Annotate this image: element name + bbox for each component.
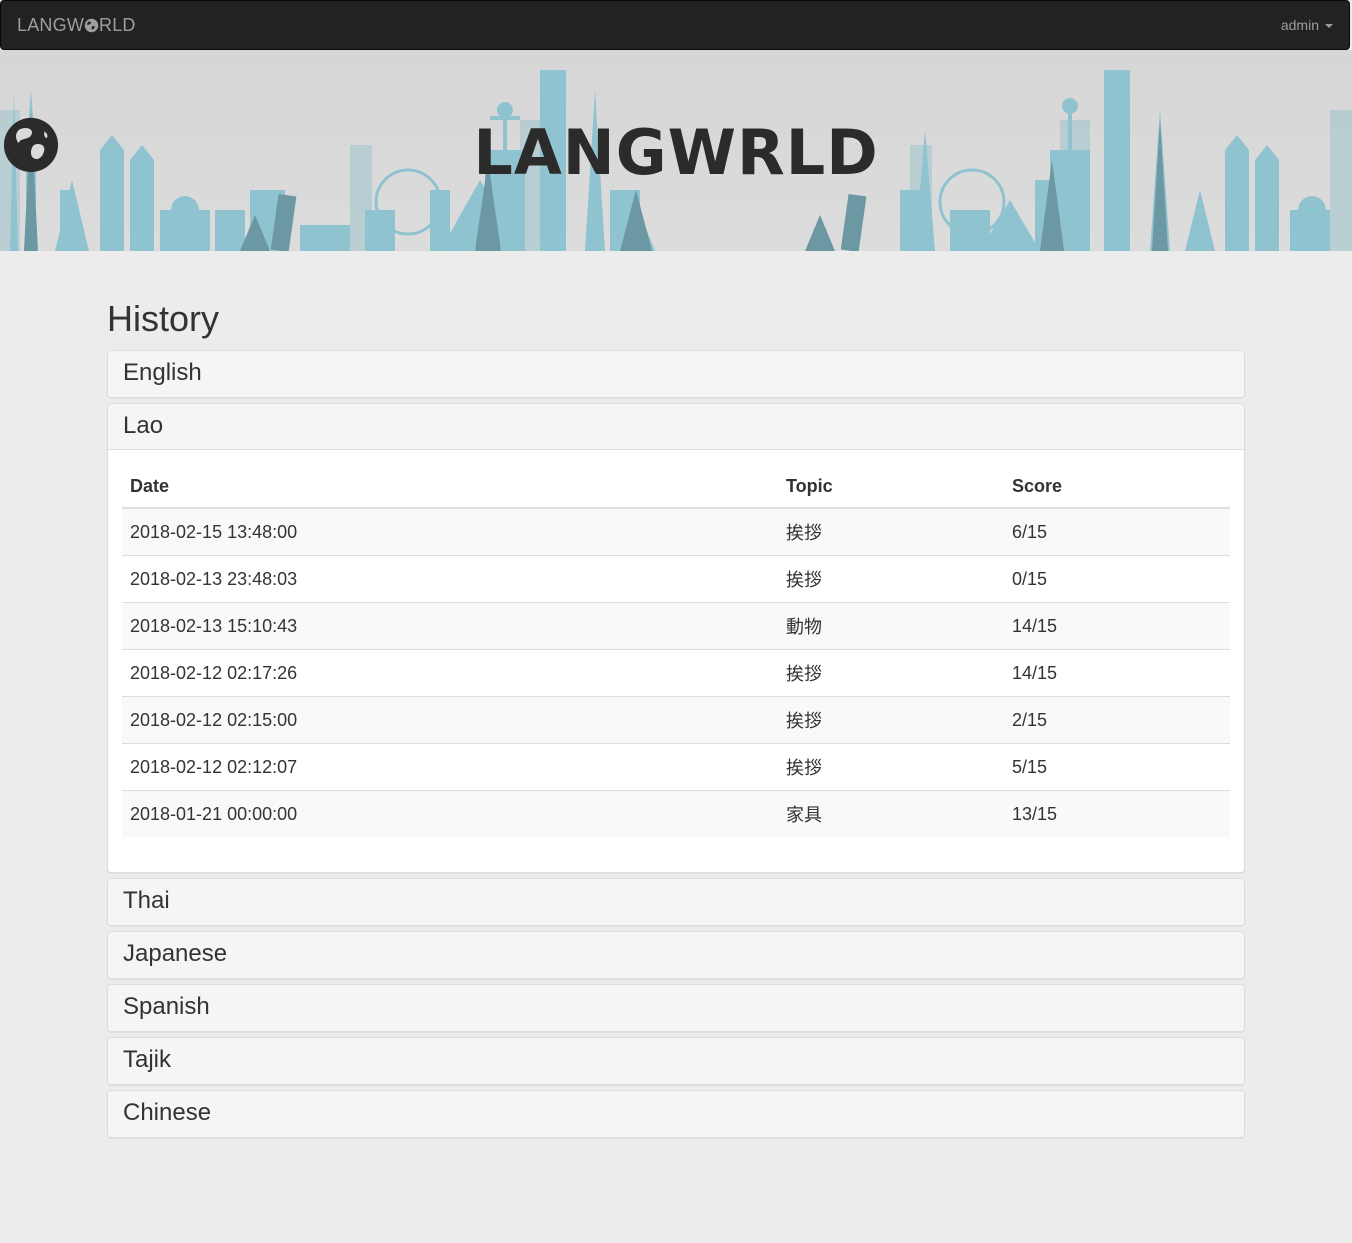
language-panel-spanish: Spanish: [107, 984, 1245, 1032]
banner-logo: LANGW RLD: [0, 116, 1352, 189]
language-panel-english: English: [107, 350, 1245, 398]
cell-date: 2018-02-13 23:48:03: [122, 555, 778, 603]
cell-score: 6/15: [1012, 521, 1048, 542]
cell-score: 2/15: [1004, 696, 1230, 744]
cell-score: 0/15: [1004, 555, 1230, 603]
globe-icon: [84, 18, 99, 33]
cell-topic: 動物: [778, 602, 1004, 650]
panel-heading-japanese[interactable]: Japanese: [108, 932, 1244, 978]
panel-heading-thai[interactable]: Thai: [108, 879, 1244, 925]
cell-score: 14/15: [1004, 649, 1230, 697]
banner-logo-text-end: RLD: [736, 116, 879, 189]
cell-topic: 家具: [778, 790, 1004, 837]
history-container: History English Lao Date Topic Score 201…: [107, 292, 1245, 1143]
panel-heading-english[interactable]: English: [108, 351, 1244, 397]
column-header-date: Date: [122, 465, 778, 509]
table-header-row: Date Topic Score: [122, 465, 1230, 509]
panel-heading-chinese[interactable]: Chinese: [108, 1091, 1244, 1137]
globe-icon: [3, 117, 59, 173]
table-row: 2018-02-13 23:48:03 挨拶 0/15: [122, 555, 1230, 603]
cell-date: 2018-02-12 02:12:07: [122, 743, 778, 791]
cell-date: 2018-01-21 00:00:00: [122, 790, 778, 837]
cell-score: 14/15: [1004, 602, 1230, 650]
column-header-score: Score: [1004, 465, 1230, 509]
table-row: 2018-02-12 02:12:07 挨拶 5/15: [122, 743, 1230, 791]
column-header-topic: Topic: [778, 465, 1004, 509]
brand-text-start: LANGW: [17, 15, 85, 35]
language-panel-thai: Thai: [107, 878, 1245, 926]
table-row: 2018-02-12 02:15:00 挨拶 2/15: [122, 696, 1230, 744]
table-row: 2018-02-15 13:48:00 挨拶 6/15: [122, 508, 1230, 556]
cell-topic: 挨拶: [778, 696, 1004, 744]
cell-topic: 挨拶: [786, 523, 822, 543]
table-row: 2018-01-21 00:00:00 家具 13/15: [122, 790, 1230, 837]
table-row: 2018-02-12 02:17:26 挨拶 14/15: [122, 649, 1230, 697]
cell-date: 2018-02-12 02:15:00: [122, 696, 778, 744]
user-menu-dropdown[interactable]: admin: [1281, 17, 1333, 33]
cell-score: 13/15: [1004, 790, 1230, 837]
table-row: 2018-02-13 15:10:43 動物 14/15: [122, 602, 1230, 650]
language-panel-chinese: Chinese: [107, 1090, 1245, 1138]
brand-text-end: RLD: [99, 15, 136, 35]
top-navbar: LANGW RLD admin: [0, 0, 1350, 50]
cell-date: 2018-02-15 13:48:00: [130, 521, 298, 542]
page-title: History: [107, 298, 220, 339]
hero-banner: LANGW RLD: [0, 50, 1352, 251]
cell-score: 5/15: [1004, 743, 1230, 791]
language-panel-japanese: Japanese: [107, 931, 1245, 979]
brand-link[interactable]: LANGW RLD: [17, 15, 136, 36]
cell-topic: 挨拶: [778, 649, 1004, 697]
username-label: admin: [1280, 17, 1319, 33]
caret-down-icon: [1325, 24, 1333, 28]
language-panel-tajik: Tajik: [107, 1037, 1245, 1085]
panel-heading-tajik[interactable]: Tajik: [108, 1038, 1244, 1084]
banner-logo-text-start: LANGW: [473, 116, 737, 189]
panel-heading-spanish[interactable]: Spanish: [108, 985, 1244, 1031]
cell-date: 2018-02-12 02:17:26: [122, 649, 778, 697]
panel-body-lao: Date Topic Score 2018-02-15 13:48:00 挨拶 …: [108, 450, 1244, 872]
cell-date: 2018-02-13 15:10:43: [122, 602, 778, 650]
language-panel-lao: Lao Date Topic Score 2018-02-15 13:48:00…: [107, 403, 1245, 873]
cell-topic: 挨拶: [778, 743, 1004, 791]
cell-topic: 挨拶: [778, 555, 1004, 603]
panel-heading-lao[interactable]: Lao: [108, 404, 1244, 450]
history-table: Date Topic Score 2018-02-15 13:48:00 挨拶 …: [122, 465, 1230, 837]
